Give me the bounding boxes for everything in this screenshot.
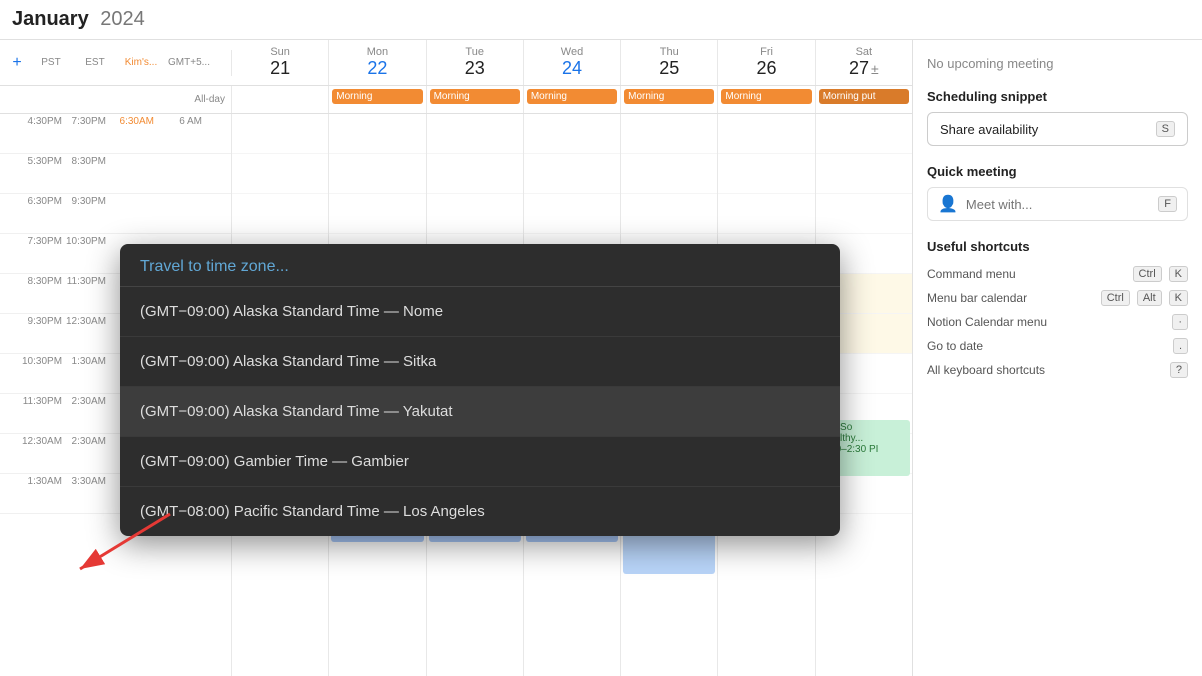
allday-fri[interactable]: Morning [718, 86, 815, 113]
upcoming-meeting-section: No upcoming meeting [927, 56, 1188, 71]
morning-bar-thu[interactable]: Morning [624, 89, 714, 104]
day-header-thu: Thu 25 [621, 40, 718, 85]
shortcuts-title: Useful shortcuts [927, 239, 1188, 254]
share-availability-btn[interactable]: Share availability S [927, 112, 1188, 146]
share-shortcut: S [1156, 121, 1175, 137]
useful-shortcuts-section: Useful shortcuts Command menu Ctrl K Men… [927, 239, 1188, 382]
shortcut-ctrl-k1: Ctrl [1133, 266, 1162, 282]
person-icon: 👤 [938, 194, 958, 214]
no-upcoming-meeting-label: No upcoming meeting [927, 56, 1188, 71]
timezone-dropdown: (GMT−09:00) Alaska Standard Time — Nome … [120, 244, 840, 536]
shortcut-alt: Alt [1137, 290, 1162, 306]
allday-row: All-day Morning Morning Morning [0, 86, 912, 114]
shortcut-menu-bar: Menu bar calendar Ctrl Alt K [927, 286, 1188, 310]
tz-kim: Kim's... [118, 57, 164, 68]
timezone-search-input[interactable] [140, 258, 820, 276]
meet-shortcut: F [1158, 196, 1177, 212]
calendar-area: + PST EST Kim's... GMT+5... Sun 21 Mon 2… [0, 40, 912, 676]
shortcut-all-keyboard: All keyboard shortcuts ? [927, 358, 1188, 382]
allday-mon[interactable]: Morning [329, 86, 426, 113]
shortcut-notion-calendar: Notion Calendar menu · [927, 310, 1188, 334]
day-header-sat: Sat 27 ± [816, 40, 912, 85]
quick-meeting-section: Quick meeting 👤 F [927, 164, 1188, 221]
allday-label: All-day [0, 86, 232, 113]
day-header-mon: Mon 22 [329, 40, 426, 85]
month-year-title: January 2024 [12, 8, 145, 31]
add-calendar-btn[interactable]: ± [871, 61, 879, 77]
timezone-item-gambier[interactable]: (GMT−09:00) Gambier Time — Gambier [120, 437, 840, 487]
timezone-item-sitka[interactable]: (GMT−09:00) Alaska Standard Time — Sitka [120, 337, 840, 387]
allday-sat[interactable]: Morning put [816, 86, 912, 113]
day-header-sun: Sun 21 [232, 40, 329, 85]
day-header-tue: Tue 23 [427, 40, 524, 85]
shortcut-command-menu: Command menu Ctrl K [927, 262, 1188, 286]
allday-thu[interactable]: Morning [621, 86, 718, 113]
shortcut-dot2: . [1173, 338, 1188, 354]
day-header-fri: Fri 26 [718, 40, 815, 85]
morning-bar-fri[interactable]: Morning [721, 89, 811, 104]
shortcut-go-to-date: Go to date . [927, 334, 1188, 358]
timezone-item-losangeles[interactable]: (GMT−08:00) Pacific Standard Time — Los … [120, 487, 840, 536]
meet-with-row: 👤 F [927, 187, 1188, 221]
allday-sun [232, 86, 329, 113]
tz-pst: PST [30, 57, 72, 68]
calendar-body: 4:30PM 7:30PM 6:30AM 6 AM 5:30PM 8:30PM [0, 114, 912, 676]
shortcut-ctrl-alt: Ctrl [1101, 290, 1130, 306]
morning-bar-wed[interactable]: Morning [527, 89, 617, 104]
morning-bar-tue[interactable]: Morning [430, 89, 520, 104]
timezone-item-nome[interactable]: (GMT−09:00) Alaska Standard Time — Nome [120, 287, 840, 337]
calendar-header: January 2024 [0, 0, 1202, 40]
allday-wed[interactable]: Morning [524, 86, 621, 113]
day-header-wed: Wed 24 [524, 40, 621, 85]
timezone-row: + PST EST Kim's... GMT+5... Sun 21 Mon 2… [0, 40, 912, 86]
shortcut-question: ? [1170, 362, 1188, 378]
right-sidebar: No upcoming meeting Scheduling snippet S… [912, 40, 1202, 676]
quick-meeting-title: Quick meeting [927, 164, 1188, 179]
add-timezone-btn[interactable]: + [6, 54, 28, 72]
tz-gmt5: GMT+5... [166, 57, 212, 68]
shortcut-k2: K [1169, 290, 1188, 306]
shortcut-k1: K [1169, 266, 1188, 282]
meet-with-input[interactable] [966, 197, 1154, 212]
tz-est: EST [74, 57, 116, 68]
timezone-item-yakutat[interactable]: (GMT−09:00) Alaska Standard Time — Yakut… [120, 387, 840, 437]
morning-bar-mon[interactable]: Morning [332, 89, 422, 104]
scheduling-snippet-section: Scheduling snippet Share availability S [927, 89, 1188, 146]
shortcut-dot1: · [1172, 314, 1188, 330]
timezone-search-container [120, 244, 840, 287]
allday-tue[interactable]: Morning [427, 86, 524, 113]
scheduling-title: Scheduling snippet [927, 89, 1188, 104]
morning-bar-sat[interactable]: Morning put [819, 89, 909, 104]
